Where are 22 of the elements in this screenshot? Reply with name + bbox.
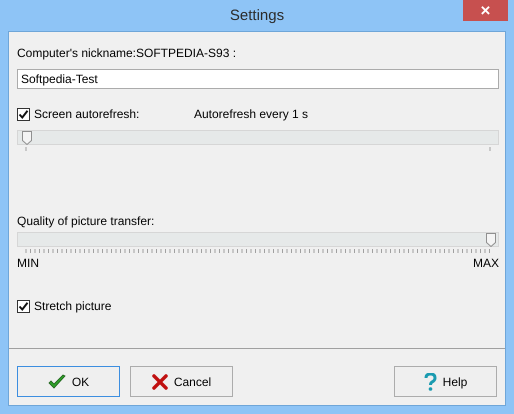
slider-track[interactable] <box>17 232 499 247</box>
min-label: MIN <box>17 256 39 270</box>
slider-track[interactable] <box>17 130 499 145</box>
slider-thumb[interactable] <box>486 233 496 247</box>
help-button[interactable]: Help <box>394 366 497 397</box>
max-label: MAX <box>472 256 499 270</box>
autorefresh-label: Screen autorefresh: <box>34 107 140 121</box>
checkbox[interactable] <box>17 108 30 120</box>
check-icon <box>48 374 66 390</box>
x-icon <box>152 374 168 390</box>
slider-thumb[interactable] <box>22 131 32 145</box>
question-mark-icon <box>424 372 437 390</box>
window-title: Settings <box>230 7 284 24</box>
cancel-button[interactable]: Cancel <box>130 366 233 397</box>
ok-button[interactable]: OK <box>17 366 120 397</box>
autorefresh-reading: Autorefresh every 1 s <box>194 107 308 121</box>
checkbox[interactable] <box>17 300 30 312</box>
stretch-label: Stretch picture <box>34 299 112 313</box>
nickname-field[interactable]: Softpedia-Test <box>17 69 499 89</box>
quality-label: Quality of picture transfer: <box>17 214 156 228</box>
nickname-label: Computer's nickname:SOFTPEDIA-S93 : <box>17 46 238 60</box>
close-button[interactable]: × <box>463 0 508 21</box>
